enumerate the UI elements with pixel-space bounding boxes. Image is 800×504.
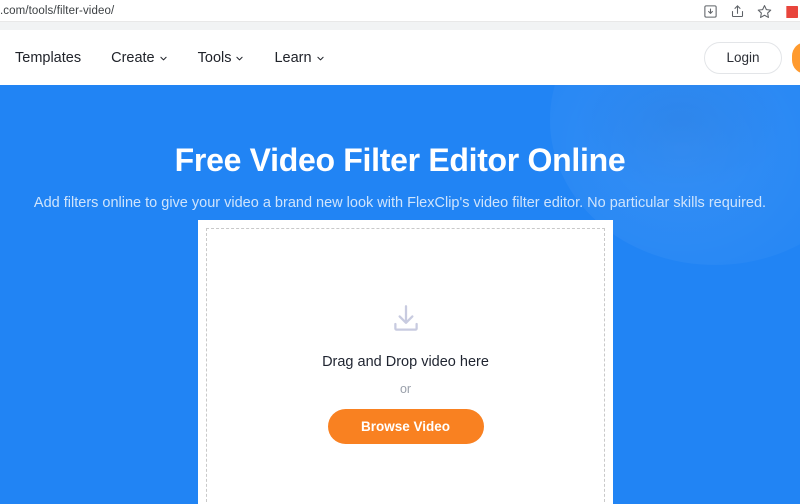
nav-label-tools: Tools — [197, 49, 232, 66]
nav-item-tools[interactable]: Tools — [198, 50, 245, 66]
page-title: Free Video Filter Editor Online — [174, 142, 626, 178]
chevron-down-icon — [159, 54, 168, 63]
bookmark-star-icon[interactable] — [757, 4, 772, 19]
hero-section: Free Video Filter Editor Online Add filt… — [0, 85, 800, 504]
main-navigation: Templates Create Tools Learn — [0, 50, 325, 66]
nav-item-templates[interactable]: Templates — [15, 50, 81, 66]
browser-action-icons — [703, 0, 800, 22]
download-tray-icon — [389, 302, 423, 336]
dropzone-or-label: or — [399, 381, 412, 396]
supported-formats-label: Supports MP4, MOV, M4V, WebM etc. — [290, 455, 510, 469]
login-button[interactable]: Login — [704, 41, 782, 74]
nav-label-templates: Templates — [15, 49, 82, 66]
chevron-down-icon — [235, 54, 244, 63]
nav-label-create: Create — [111, 49, 155, 66]
install-app-icon[interactable] — [703, 4, 718, 19]
page-subtitle: Add filters online to give your video a … — [33, 195, 767, 211]
dropzone-title: Drag and Drop video here — [322, 353, 489, 370]
address-bar-url[interactable]: .com/tools/filter-video/ — [0, 5, 114, 17]
nav-item-learn[interactable]: Learn — [274, 50, 324, 66]
chevron-down-icon — [316, 54, 325, 63]
share-icon[interactable] — [730, 4, 745, 19]
header-actions: Login — [704, 30, 800, 85]
browse-video-button[interactable]: Browse Video — [327, 408, 484, 444]
cta-button-clipped[interactable] — [792, 41, 800, 74]
nav-item-create[interactable]: Create — [111, 50, 168, 66]
nav-label-learn: Learn — [274, 49, 312, 66]
chrome-bookmark-strip — [0, 22, 800, 30]
browser-toolbar: .com/tools/filter-video/ — [0, 0, 800, 22]
extension-icon[interactable] — [784, 4, 798, 19]
site-header: Templates Create Tools Learn Login — [0, 30, 800, 85]
